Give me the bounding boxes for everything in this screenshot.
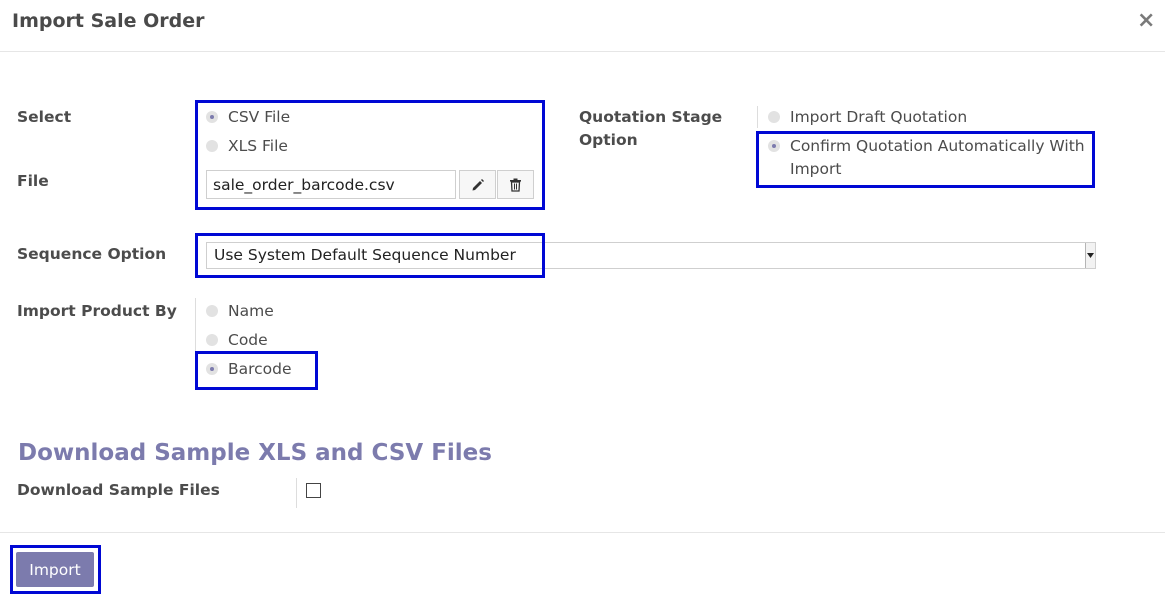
- download-section-title: Download Sample XLS and CSV Files: [18, 440, 492, 466]
- radio-import-draft-quotation[interactable]: Import Draft Quotation: [768, 106, 967, 128]
- close-icon[interactable]: ×: [1137, 8, 1155, 33]
- radio-label: Code: [228, 331, 268, 349]
- radio-icon: [768, 111, 780, 123]
- footer-divider: [0, 532, 1165, 533]
- sequence-option-label: Sequence Option: [17, 245, 167, 263]
- file-label: File: [17, 172, 49, 190]
- field-divider: [195, 298, 196, 356]
- radio-product-name[interactable]: Name: [206, 300, 274, 322]
- highlight-sequence-box: [195, 233, 545, 278]
- select-label: Select: [17, 108, 72, 126]
- field-divider: [296, 478, 297, 508]
- radio-product-code[interactable]: Code: [206, 329, 268, 351]
- quotation-stage-label: Quotation Stage Option: [579, 108, 723, 149]
- radio-label: Name: [228, 302, 274, 320]
- radio-label: Import Draft Quotation: [790, 108, 968, 126]
- radio-icon: [206, 334, 218, 346]
- download-sample-checkbox[interactable]: [306, 483, 321, 498]
- download-sample-files-label: Download Sample Files: [17, 481, 220, 499]
- import-product-label: Import Product By: [17, 302, 177, 320]
- highlight-import-box: [10, 545, 101, 594]
- header-divider: [0, 51, 1165, 52]
- highlight-confirm-box: [756, 131, 1095, 188]
- highlight-file-box: [195, 100, 545, 210]
- chevron-down-icon[interactable]: [1085, 243, 1095, 268]
- radio-icon: [206, 305, 218, 317]
- dialog-title: Import Sale Order: [12, 10, 205, 32]
- highlight-barcode-box: [195, 351, 318, 390]
- field-divider: [757, 106, 758, 128]
